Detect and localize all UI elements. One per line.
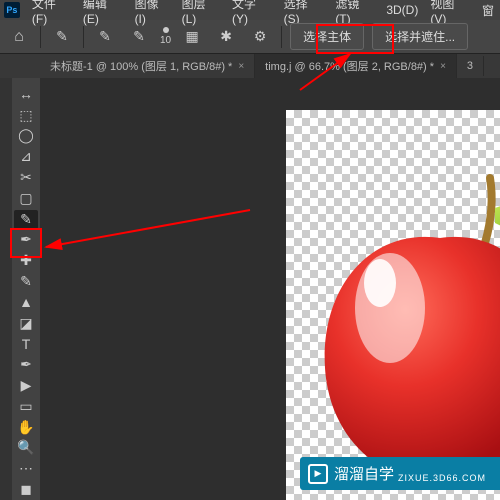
enhance-edge-button[interactable]: ✱	[213, 24, 239, 50]
menu-layer[interactable]: 图层(L)	[176, 0, 226, 26]
move-icon: ↔	[19, 86, 33, 102]
watermark-domain: ZIXUE.3D66.COM	[398, 473, 486, 483]
apple-image	[310, 168, 500, 488]
crop-icon: ✂	[20, 169, 32, 186]
lasso-icon: ◯	[18, 127, 34, 144]
bandaid-icon: ✚	[20, 252, 32, 269]
layers-icon: ▦	[186, 28, 199, 45]
eraser-tool[interactable]: ◪	[14, 314, 38, 333]
brush-minus-icon: ✎	[133, 28, 145, 45]
left-edge	[0, 78, 12, 500]
healing-tool[interactable]: ✚	[14, 251, 38, 270]
eyedropper-tool[interactable]: ✒	[14, 231, 38, 250]
tab-document-3[interactable]: 3	[457, 56, 484, 76]
menu-3d[interactable]: 3D(D)	[380, 3, 424, 17]
object-select-tool[interactable]: ⊿	[14, 147, 38, 166]
shape-tool[interactable]: ▭	[14, 397, 38, 416]
divider	[40, 26, 41, 48]
color-swatch[interactable]: ◼	[14, 480, 38, 499]
document-tabs: 未标题-1 @ 100% (图层 1, RGB/8#) * × timg.j @…	[0, 54, 500, 78]
tab-document-2[interactable]: timg.j @ 66.7% (图层 2, RGB/8#) * ×	[255, 54, 457, 78]
tab-document-1[interactable]: 未标题-1 @ 100% (图层 1, RGB/8#) * ×	[40, 54, 255, 78]
menu-file[interactable]: 文件(F)	[26, 0, 77, 26]
menu-text[interactable]: 文字(Y)	[226, 0, 278, 26]
canvas-area[interactable]	[40, 78, 500, 500]
arrow-icon: ▶	[21, 377, 32, 394]
home-icon: ⌂	[14, 28, 24, 46]
rect-icon: ▭	[19, 398, 32, 415]
menu-select[interactable]: 选择(S)	[278, 0, 330, 26]
edit-toolbar[interactable]: ⋯	[14, 459, 38, 478]
brush-plus-icon: ✎	[99, 28, 111, 45]
type-tool[interactable]: T	[14, 335, 38, 354]
menu-view[interactable]: 视图(V)	[424, 0, 476, 26]
zoom-icon: 🔍	[17, 439, 34, 456]
eraser-icon: ◪	[19, 315, 32, 332]
menu-edit[interactable]: 编辑(E)	[77, 0, 129, 26]
lasso-tool[interactable]: ◯	[14, 127, 38, 146]
tab-label: 3	[467, 60, 473, 72]
quick-select-tool[interactable]: ✎	[14, 210, 38, 229]
brush-preview-icon	[163, 27, 169, 33]
app-logo: Ps	[4, 2, 20, 18]
stamp-tool[interactable]: ▲	[14, 293, 38, 312]
object-select-icon: ⊿	[20, 148, 32, 165]
marquee-tool[interactable]: ⬚	[14, 106, 38, 125]
brush-tool[interactable]: ✎	[14, 272, 38, 291]
menu-bar: Ps 文件(F) 编辑(E) 图像(I) 图层(L) 文字(Y) 选择(S) 滤…	[0, 0, 500, 20]
close-icon[interactable]: ×	[238, 61, 244, 72]
select-and-mask-button[interactable]: 选择并遮住...	[372, 23, 468, 50]
hand-icon: ✋	[17, 419, 34, 436]
watermark-brand: 溜溜自学	[334, 463, 394, 484]
zoom-tool[interactable]: 🔍	[14, 439, 38, 458]
tool-preset-button[interactable]: ✎	[49, 24, 75, 50]
subtract-selection-button[interactable]: ✎	[126, 24, 152, 50]
settings-button[interactable]: ⚙	[247, 24, 273, 50]
menu-window[interactable]: 窗	[476, 2, 500, 19]
move-tool[interactable]: ↔	[14, 85, 38, 104]
divider	[83, 26, 84, 48]
type-icon: T	[22, 336, 31, 352]
sample-all-layers-button[interactable]: ▦	[179, 24, 205, 50]
brush-icon: ✎	[20, 273, 32, 290]
wand-icon: ✎	[20, 211, 32, 228]
select-subject-button[interactable]: 选择主体	[290, 23, 364, 50]
swatch-icon: ◼	[20, 481, 32, 498]
crop-tool[interactable]: ✂	[14, 168, 38, 187]
divider	[281, 26, 282, 48]
marquee-icon: ⬚	[19, 107, 32, 124]
dots-icon: ⋯	[19, 460, 33, 477]
watermark-badge: ▶ 溜溜自学 ZIXUE.3D66.COM	[300, 457, 500, 490]
brush-size-control[interactable]: 10	[160, 27, 171, 46]
gear-icon: ⚙	[254, 28, 267, 45]
enhance-icon: ✱	[220, 28, 232, 45]
frame-tool[interactable]: ▢	[14, 189, 38, 208]
hand-tool[interactable]: ✋	[14, 418, 38, 437]
tools-panel: ↔ ⬚ ◯ ⊿ ✂ ▢ ✎ ✒ ✚ ✎ ▲ ◪ T ✒ ▶ ▭ ✋ 🔍 ⋯ ◼	[12, 78, 40, 500]
menu-image[interactable]: 图像(I)	[129, 0, 176, 26]
pen-tool[interactable]: ✒	[14, 355, 38, 374]
path-select-tool[interactable]: ▶	[14, 376, 38, 395]
menu-filter[interactable]: 滤镜(T)	[329, 0, 380, 26]
stamp-icon: ▲	[19, 294, 33, 310]
play-icon: ▶	[308, 464, 328, 484]
eyedropper-icon: ✒	[20, 231, 32, 248]
brush-size-value: 10	[160, 35, 171, 46]
frame-icon: ▢	[19, 190, 32, 207]
pen-icon: ✒	[20, 356, 32, 373]
home-button[interactable]: ⌂	[6, 24, 32, 50]
tab-label: timg.j @ 66.7% (图层 2, RGB/8#) *	[265, 58, 434, 74]
workspace: ↔ ⬚ ◯ ⊿ ✂ ▢ ✎ ✒ ✚ ✎ ▲ ◪ T ✒ ▶ ▭ ✋ 🔍 ⋯ ◼	[0, 78, 500, 500]
close-icon[interactable]: ×	[440, 61, 446, 72]
brush-icon: ✎	[56, 28, 68, 45]
tab-label: 未标题-1 @ 100% (图层 1, RGB/8#) *	[50, 58, 232, 74]
add-selection-button[interactable]: ✎	[92, 24, 118, 50]
